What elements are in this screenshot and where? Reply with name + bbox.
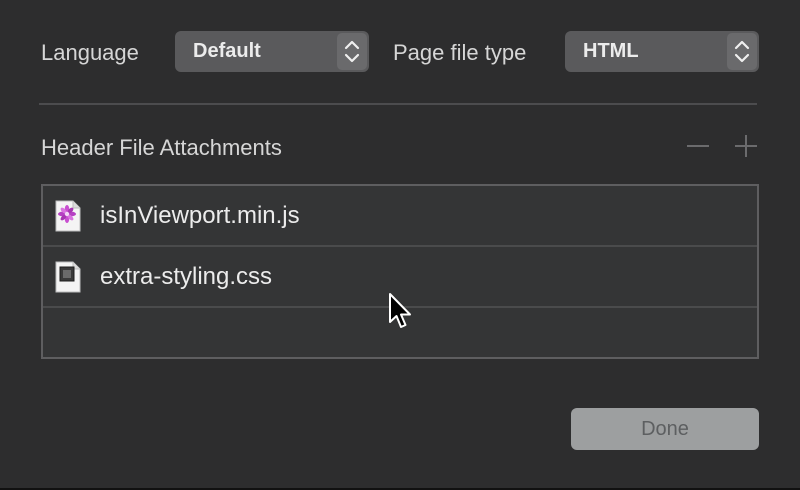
- page-file-type-stepper-icon: [727, 33, 757, 70]
- file-name: extra-styling.css: [100, 263, 273, 290]
- page-file-type-label: Page file type: [393, 40, 527, 65]
- minus-icon[interactable]: [685, 133, 711, 159]
- js-file-icon: [55, 200, 81, 232]
- language-label: Language: [41, 40, 139, 65]
- css-file-icon: [55, 261, 81, 293]
- attachments-title: Header File Attachments: [41, 135, 282, 160]
- language-stepper-icon: [337, 33, 367, 70]
- section-divider: [39, 103, 757, 105]
- page-settings-dialog: Language Default Page file type HTML Hea…: [0, 0, 800, 490]
- done-button[interactable]: Done: [571, 408, 759, 450]
- language-select[interactable]: Default: [175, 31, 369, 72]
- list-item[interactable]: isInViewport.min.js: [43, 186, 757, 247]
- language-select-value: Default: [193, 40, 261, 62]
- page-file-type-select[interactable]: HTML: [565, 31, 759, 72]
- page-file-type-select-value: HTML: [583, 40, 639, 62]
- attachments-list[interactable]: isInViewport.min.js extra-styling.css: [41, 184, 759, 359]
- file-name: isInViewport.min.js: [100, 202, 300, 229]
- mouse-pointer-icon: [388, 292, 414, 330]
- plus-icon[interactable]: [733, 133, 759, 159]
